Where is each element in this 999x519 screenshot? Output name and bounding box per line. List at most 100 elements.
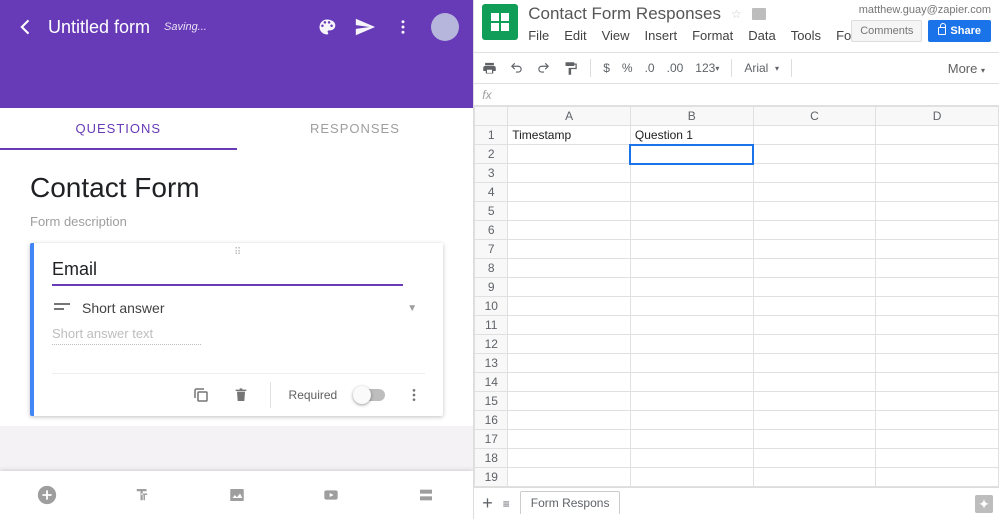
question-more-icon[interactable]	[403, 384, 425, 406]
format-percent[interactable]: %	[622, 61, 633, 75]
account-avatar[interactable]	[431, 13, 459, 41]
undo-icon[interactable]	[509, 61, 524, 75]
cell[interactable]	[753, 354, 876, 373]
menu-file[interactable]: File	[528, 28, 549, 43]
question-card[interactable]: ⠿ Short answer ▼ Short answer text Requi…	[30, 243, 443, 416]
cell[interactable]	[876, 164, 999, 183]
cell[interactable]	[876, 278, 999, 297]
column-header[interactable]: A	[508, 107, 631, 126]
cell[interactable]	[630, 221, 753, 240]
cell[interactable]	[876, 297, 999, 316]
form-title[interactable]: Contact Form	[30, 172, 443, 204]
comments-button[interactable]: Comments	[851, 20, 922, 42]
cell[interactable]	[508, 430, 631, 449]
cell[interactable]	[753, 126, 876, 145]
star-icon[interactable]: ☆	[731, 7, 742, 21]
paint-format-icon[interactable]	[563, 61, 578, 76]
row-header[interactable]: 9	[475, 278, 508, 297]
cell[interactable]	[508, 468, 631, 487]
row-header[interactable]: 6	[475, 221, 508, 240]
cell[interactable]	[753, 278, 876, 297]
cell[interactable]	[753, 183, 876, 202]
cell[interactable]	[753, 430, 876, 449]
cell[interactable]	[508, 449, 631, 468]
cell[interactable]	[753, 297, 876, 316]
cell[interactable]	[876, 316, 999, 335]
cell[interactable]	[508, 278, 631, 297]
duplicate-icon[interactable]	[190, 384, 212, 406]
sheets-logo-icon[interactable]	[482, 4, 518, 40]
share-button[interactable]: Share	[928, 20, 991, 42]
cell[interactable]	[876, 392, 999, 411]
cell[interactable]	[508, 335, 631, 354]
all-sheets-icon[interactable]: ≡	[503, 497, 510, 511]
palette-icon[interactable]	[313, 13, 341, 41]
row-header[interactable]: 13	[475, 354, 508, 373]
cell[interactable]	[753, 335, 876, 354]
row-header[interactable]: 1	[475, 126, 508, 145]
column-header[interactable]: C	[753, 107, 876, 126]
folder-icon[interactable]	[752, 8, 766, 20]
cell[interactable]	[876, 145, 999, 164]
font-select[interactable]: Arial ▾	[744, 61, 779, 75]
cell[interactable]	[508, 221, 631, 240]
column-header[interactable]: D	[876, 107, 999, 126]
cell[interactable]	[876, 240, 999, 259]
cell[interactable]	[876, 335, 999, 354]
cell[interactable]	[508, 183, 631, 202]
cell[interactable]	[876, 183, 999, 202]
form-document-title[interactable]: Untitled form	[48, 17, 150, 38]
cell[interactable]	[508, 145, 631, 164]
cell[interactable]	[876, 221, 999, 240]
cell[interactable]	[630, 373, 753, 392]
cell[interactable]	[630, 240, 753, 259]
redo-icon[interactable]	[536, 61, 551, 75]
row-header[interactable]: 3	[475, 164, 508, 183]
send-icon[interactable]	[351, 13, 379, 41]
cell[interactable]	[876, 430, 999, 449]
cell[interactable]	[753, 164, 876, 183]
row-header[interactable]: 17	[475, 430, 508, 449]
add-section-icon[interactable]	[413, 482, 439, 508]
column-header[interactable]: B	[630, 107, 753, 126]
cell[interactable]	[876, 411, 999, 430]
form-description[interactable]: Form description	[30, 214, 443, 229]
cell[interactable]	[753, 468, 876, 487]
menu-edit[interactable]: Edit	[564, 28, 586, 43]
increase-decimal[interactable]: .00	[667, 61, 684, 75]
cell[interactable]	[508, 259, 631, 278]
sheet-tab[interactable]: Form Respons	[520, 491, 621, 514]
back-arrow-icon[interactable]	[14, 15, 38, 39]
cell[interactable]	[753, 411, 876, 430]
cell[interactable]	[753, 221, 876, 240]
row-header[interactable]: 4	[475, 183, 508, 202]
cell[interactable]	[630, 411, 753, 430]
cell[interactable]	[753, 259, 876, 278]
cell[interactable]	[630, 278, 753, 297]
menu-insert[interactable]: Insert	[645, 28, 678, 43]
row-header[interactable]: 19	[475, 468, 508, 487]
cell[interactable]	[876, 126, 999, 145]
row-header[interactable]: 12	[475, 335, 508, 354]
cell[interactable]	[876, 373, 999, 392]
row-header[interactable]: 7	[475, 240, 508, 259]
cell[interactable]	[630, 145, 753, 164]
cell[interactable]	[508, 411, 631, 430]
cell[interactable]	[630, 392, 753, 411]
menu-view[interactable]: View	[602, 28, 630, 43]
cell[interactable]	[630, 468, 753, 487]
print-icon[interactable]	[482, 61, 497, 76]
add-video-icon[interactable]	[318, 482, 344, 508]
row-header[interactable]: 16	[475, 411, 508, 430]
cell[interactable]	[753, 145, 876, 164]
select-all-corner[interactable]	[475, 107, 508, 126]
cell[interactable]	[508, 297, 631, 316]
cell[interactable]	[630, 354, 753, 373]
cell[interactable]	[753, 316, 876, 335]
cell[interactable]	[753, 392, 876, 411]
user-email[interactable]: matthew.guay@zapier.com	[851, 4, 991, 16]
row-header[interactable]: 11	[475, 316, 508, 335]
toolbar-more[interactable]: More ▾	[948, 61, 985, 76]
cell[interactable]	[630, 164, 753, 183]
cell[interactable]	[753, 449, 876, 468]
